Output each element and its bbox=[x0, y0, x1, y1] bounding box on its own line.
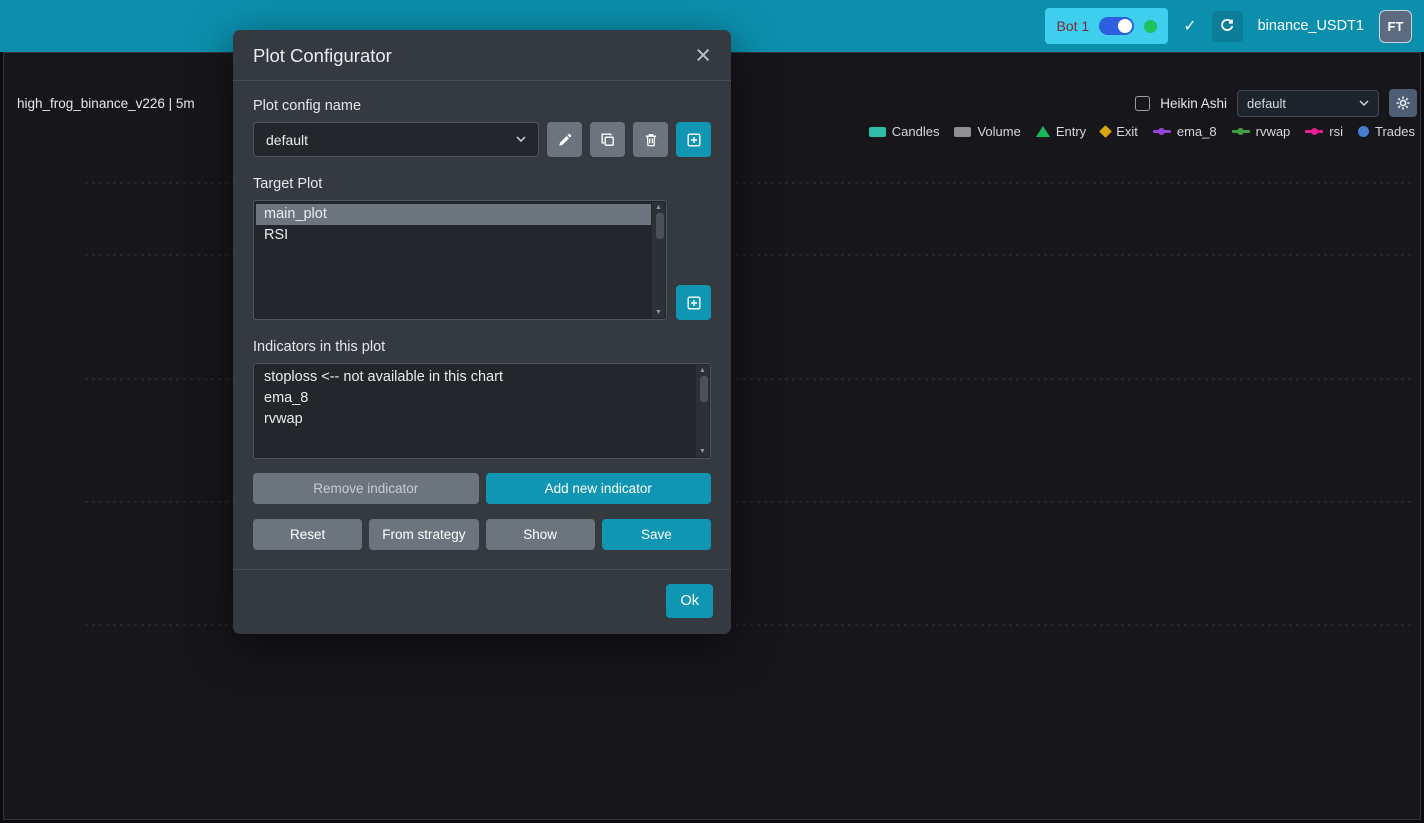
bot-online-dot bbox=[1144, 20, 1157, 33]
legend-item-exit[interactable]: Exit bbox=[1101, 124, 1138, 139]
legend-label: rvwap bbox=[1256, 124, 1291, 139]
trades-marker-icon bbox=[1358, 126, 1369, 137]
candles-marker-icon bbox=[869, 127, 886, 137]
edit-config-button[interactable] bbox=[547, 122, 582, 157]
legend-item-volume[interactable]: Volume bbox=[954, 124, 1020, 139]
bot-toggle[interactable] bbox=[1099, 17, 1134, 35]
plot-config-name-select[interactable]: default bbox=[253, 122, 539, 157]
indicators-label: Indicators in this plot bbox=[253, 339, 711, 355]
gear-icon bbox=[1395, 95, 1411, 111]
modal-header: Plot Configurator × bbox=[233, 30, 731, 81]
close-icon[interactable]: × bbox=[695, 45, 711, 67]
chart-legend: Candles Volume Entry Exit ema_8 rvwap rsi Trade… bbox=[869, 124, 1415, 139]
plot-config-dropdown[interactable]: default bbox=[1237, 90, 1379, 117]
indicator-option[interactable]: stoploss <-- not available in this chart bbox=[256, 367, 695, 388]
rsi-marker-icon bbox=[1305, 130, 1323, 133]
chevron-down-icon bbox=[1359, 100, 1369, 107]
chart-title: high_frog_binance_v226 | 5m bbox=[17, 96, 195, 111]
scroll-up-icon[interactable]: ▲ bbox=[699, 367, 706, 374]
entry-marker-icon bbox=[1036, 126, 1050, 137]
modal-footer: Ok bbox=[233, 569, 731, 634]
from-strategy-button[interactable]: From strategy bbox=[369, 519, 478, 550]
remove-indicator-button[interactable]: Remove indicator bbox=[253, 473, 479, 504]
pencil-icon bbox=[557, 132, 573, 148]
legend-label: rsi bbox=[1329, 124, 1343, 139]
modal-body: Plot config name default bbox=[233, 81, 731, 569]
refresh-icon bbox=[1219, 18, 1235, 34]
plus-square-icon bbox=[686, 295, 702, 311]
chevron-down-icon bbox=[516, 136, 526, 143]
add-plot-button[interactable] bbox=[676, 285, 711, 320]
save-button[interactable]: Save bbox=[602, 519, 711, 550]
target-plot-option[interactable]: main_plot bbox=[256, 204, 651, 225]
heikin-ashi-label: Heikin Ashi bbox=[1160, 96, 1227, 111]
legend-label: Volume bbox=[977, 124, 1020, 139]
volume-marker-icon bbox=[954, 127, 971, 137]
ok-button[interactable]: Ok bbox=[666, 584, 713, 618]
scroll-up-icon[interactable]: ▲ bbox=[655, 204, 662, 211]
plot-config-gear-button[interactable] bbox=[1389, 89, 1417, 117]
bot-name-label: Bot 1 bbox=[1056, 18, 1089, 34]
target-plot-option[interactable]: RSI bbox=[256, 225, 651, 246]
legend-item-entry[interactable]: Entry bbox=[1036, 124, 1086, 139]
plot-config-dropdown-value: default bbox=[1247, 96, 1286, 111]
add-new-indicator-button[interactable]: Add new indicator bbox=[486, 473, 712, 504]
legend-item-candles[interactable]: Candles bbox=[869, 124, 940, 139]
target-plot-row: main_plotRSI ▲ ▼ bbox=[253, 200, 711, 320]
bot-selector[interactable]: Bot 1 bbox=[1045, 8, 1168, 44]
indicators-list[interactable]: stoploss <-- not available in this chart… bbox=[253, 363, 711, 459]
rvwap-marker-icon bbox=[1232, 130, 1250, 133]
add-config-button[interactable] bbox=[676, 122, 711, 157]
plot-config-name-label: Plot config name bbox=[253, 98, 711, 114]
legend-label: Candles bbox=[892, 124, 940, 139]
plot-configurator-modal: Plot Configurator × Plot config name def… bbox=[233, 30, 731, 634]
indicator-option[interactable]: ema_8 bbox=[256, 388, 695, 409]
legend-item-ema_8[interactable]: ema_8 bbox=[1153, 124, 1217, 139]
plot-config-name-value: default bbox=[266, 132, 308, 148]
exchange-account-label[interactable]: binance_USDT1 bbox=[1258, 18, 1364, 34]
delete-config-button[interactable] bbox=[633, 122, 668, 157]
copy-icon bbox=[600, 132, 616, 148]
toggle-knob bbox=[1118, 19, 1132, 33]
check-icon: ✓ bbox=[1183, 16, 1196, 36]
scrollbar-thumb[interactable] bbox=[700, 376, 708, 402]
legend-label: Exit bbox=[1116, 124, 1138, 139]
refresh-button[interactable] bbox=[1212, 11, 1243, 42]
chart-controls: Heikin Ashi default bbox=[1135, 89, 1417, 117]
show-button[interactable]: Show bbox=[486, 519, 595, 550]
exit-marker-icon bbox=[1099, 125, 1112, 138]
legend-item-trades[interactable]: Trades bbox=[1358, 124, 1415, 139]
config-actions-row: Reset From strategy Show Save bbox=[253, 519, 711, 550]
legend-label: ema_8 bbox=[1177, 124, 1217, 139]
scroll-down-icon[interactable]: ▼ bbox=[699, 448, 706, 455]
reset-button[interactable]: Reset bbox=[253, 519, 362, 550]
trash-icon bbox=[643, 132, 659, 148]
indicator-option[interactable]: rvwap bbox=[256, 409, 695, 430]
heikin-ashi-checkbox[interactable] bbox=[1135, 96, 1150, 111]
legend-item-rsi[interactable]: rsi bbox=[1305, 124, 1343, 139]
freqtrade-logo[interactable]: FT bbox=[1379, 10, 1412, 43]
plus-square-icon bbox=[686, 132, 702, 148]
legend-label: Entry bbox=[1056, 124, 1086, 139]
target-plot-label: Target Plot bbox=[253, 176, 711, 192]
legend-item-rvwap[interactable]: rvwap bbox=[1232, 124, 1291, 139]
indicator-actions-row: Remove indicator Add new indicator bbox=[253, 473, 711, 504]
scrollbar-thumb[interactable] bbox=[656, 213, 664, 239]
scroll-down-icon[interactable]: ▼ bbox=[655, 309, 662, 316]
target-plot-list[interactable]: main_plotRSI ▲ ▼ bbox=[253, 200, 667, 320]
modal-title: Plot Configurator bbox=[253, 45, 392, 67]
legend-label: Trades bbox=[1375, 124, 1415, 139]
ema_8-marker-icon bbox=[1153, 130, 1171, 133]
duplicate-config-button[interactable] bbox=[590, 122, 625, 157]
plot-config-row: default bbox=[253, 122, 711, 157]
